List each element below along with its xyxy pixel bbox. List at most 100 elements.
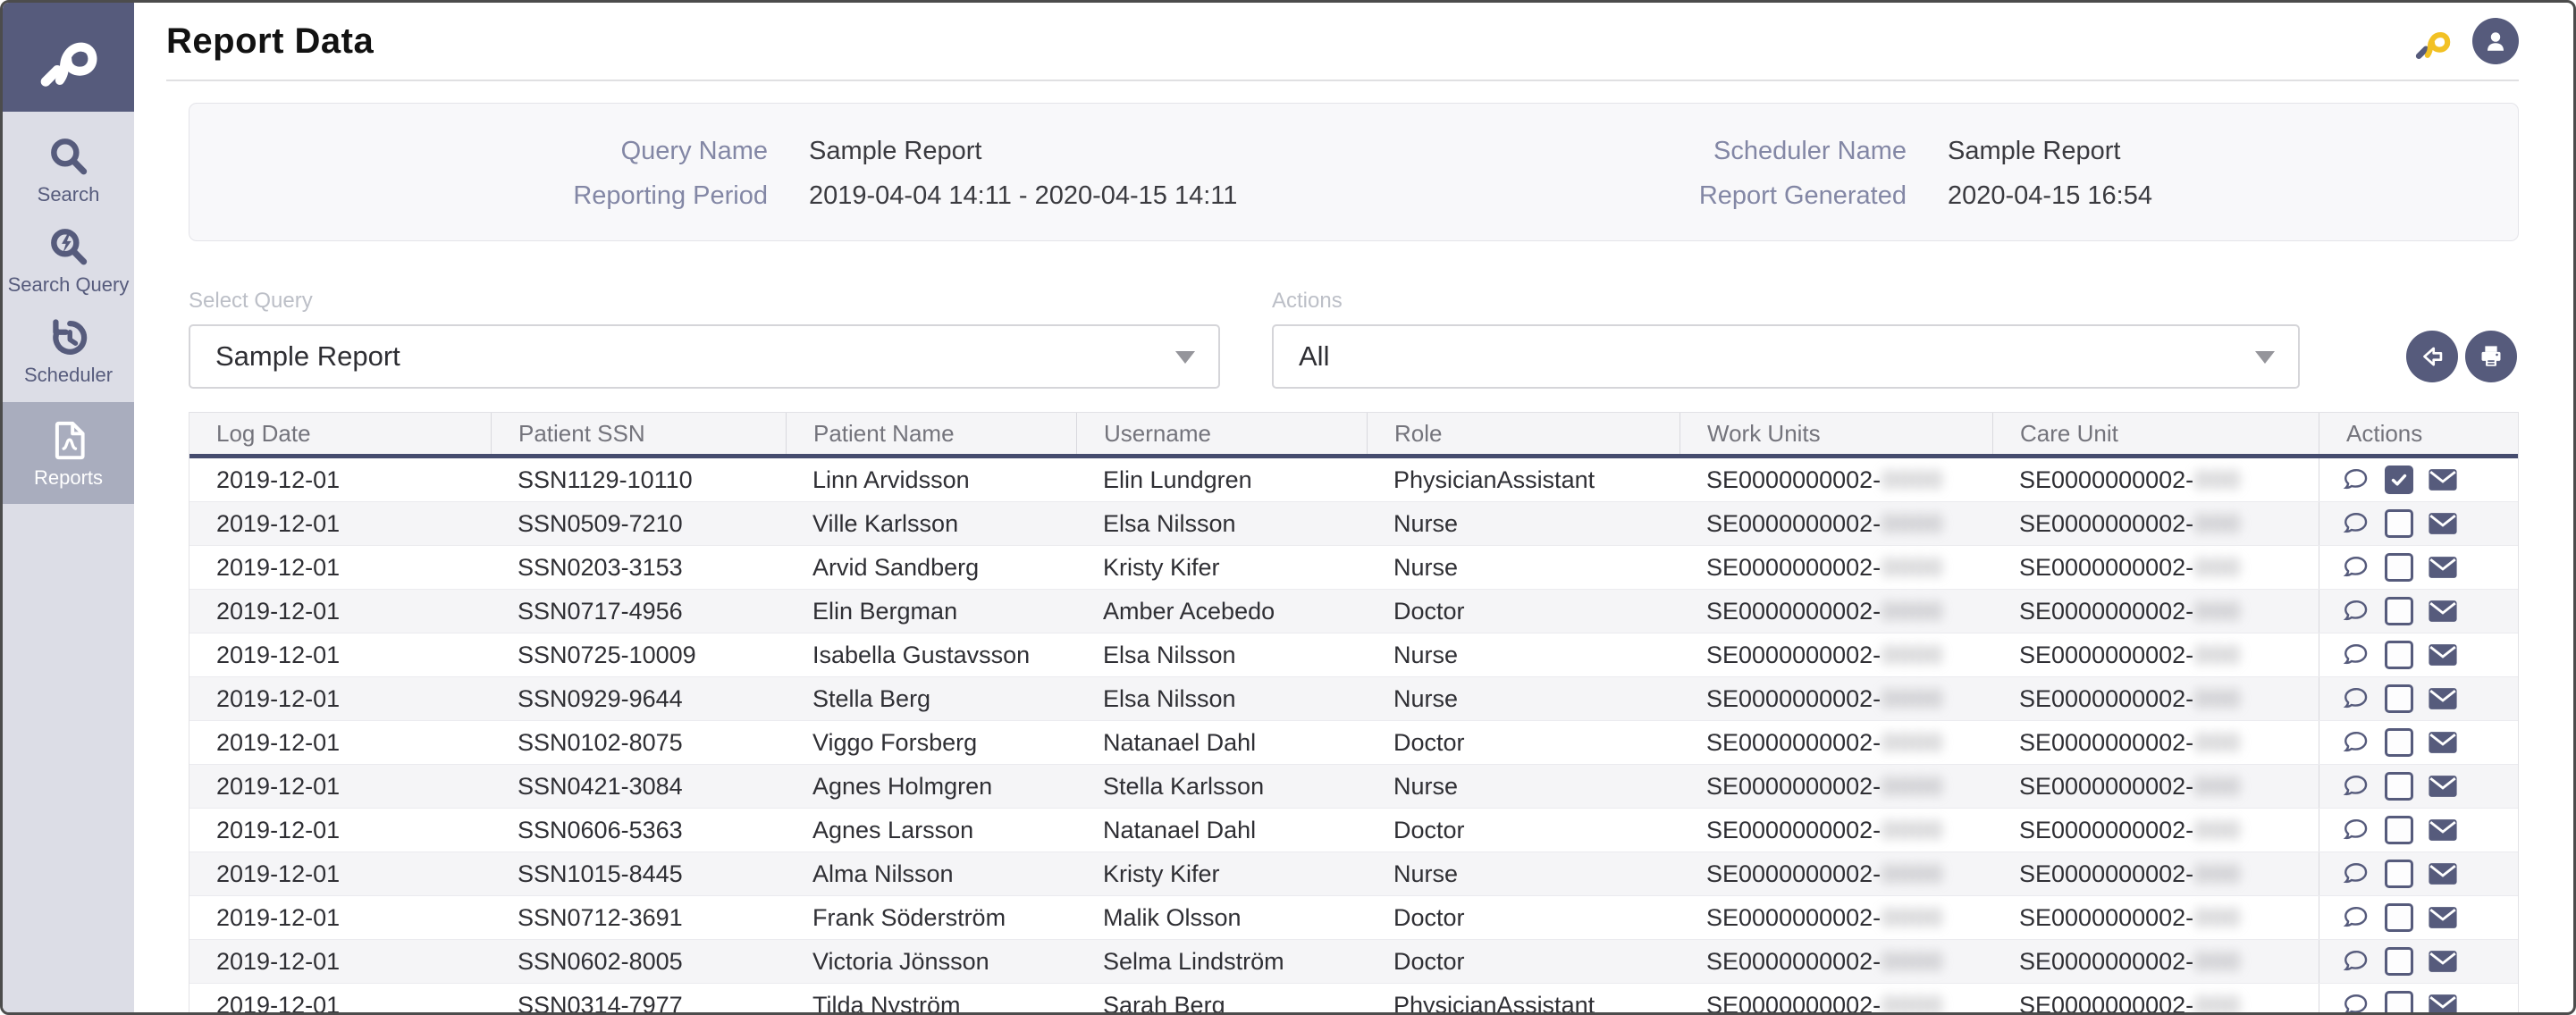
summary-right-group: Scheduler Name Sample Report Report Gene…: [1364, 137, 2152, 211]
mail-icon[interactable]: [2427, 553, 2459, 582]
cell-work-units: SE0000000002-0000: [1679, 633, 1992, 676]
work-units-prefix: SE0000000002-: [1706, 554, 1881, 582]
cell-username: Elsa Nilsson: [1076, 677, 1367, 720]
comment-icon[interactable]: [2341, 684, 2371, 714]
mail-icon[interactable]: [2427, 509, 2459, 538]
cell-care-unit: SE0000000002-000: [1992, 940, 2319, 983]
cell-patient-ssn: SSN0102-8075: [491, 721, 786, 764]
cell-patient-name: Agnes Larsson: [786, 809, 1076, 851]
comment-icon[interactable]: [2341, 727, 2371, 758]
app-window: Search Search Query Scheduler: [0, 0, 2576, 1015]
table-body: 2019-12-01SSN1129-10110Linn ArvidssonEli…: [189, 458, 2518, 1015]
comment-icon[interactable]: [2341, 990, 2371, 1015]
select-checkbox[interactable]: [2385, 860, 2413, 888]
sidebar-item-label: Search Query: [8, 275, 130, 295]
column-header-work-units: Work Units: [1679, 413, 1992, 454]
mail-icon[interactable]: [2427, 903, 2459, 932]
table-row: 2019-12-01SSN1129-10110Linn ArvidssonEli…: [189, 458, 2518, 501]
select-query-label: Select Query: [189, 290, 1220, 312]
print-button[interactable]: [2465, 331, 2517, 382]
cell-work-units: SE0000000002-0000: [1679, 984, 1992, 1015]
select-checkbox[interactable]: [2385, 991, 2413, 1015]
comment-icon[interactable]: [2341, 508, 2371, 539]
work-units-redacted: 0000: [1882, 642, 1943, 669]
mail-icon[interactable]: [2427, 466, 2459, 494]
work-units-redacted: 0000: [1882, 948, 1943, 976]
cell-care-unit: SE0000000002-000: [1992, 852, 2319, 895]
sidebar-item-scheduler[interactable]: Scheduler: [3, 305, 134, 395]
cell-role: Doctor: [1367, 896, 1679, 939]
cell-actions: [2319, 809, 2518, 851]
select-checkbox[interactable]: [2385, 553, 2413, 582]
select-checkbox[interactable]: [2385, 509, 2413, 538]
select-checkbox[interactable]: [2385, 641, 2413, 669]
mail-icon[interactable]: [2427, 641, 2459, 669]
select-checkbox[interactable]: [2385, 947, 2413, 976]
cell-role: Nurse: [1367, 633, 1679, 676]
care-unit-redacted: 000: [2195, 948, 2241, 976]
table-row: 2019-12-01SSN0602-8005Victoria JönssonSe…: [189, 939, 2518, 983]
app-logo[interactable]: [3, 3, 134, 112]
select-query-dropdown[interactable]: Sample Report: [189, 324, 1220, 389]
cell-patient-name: Ville Karlsson: [786, 502, 1076, 545]
comment-icon[interactable]: [2341, 815, 2371, 845]
work-units-prefix: SE0000000002-: [1706, 685, 1881, 713]
table-toolbar: [2406, 331, 2517, 382]
comment-icon[interactable]: [2341, 640, 2371, 670]
cell-patient-name: Stella Berg: [786, 677, 1076, 720]
select-checkbox[interactable]: [2385, 903, 2413, 932]
cell-work-units: SE0000000002-0000: [1679, 940, 1992, 983]
select-checkbox[interactable]: [2385, 466, 2413, 494]
sidebar-item-reports[interactable]: Reports: [3, 402, 134, 504]
cell-care-unit: SE0000000002-000: [1992, 502, 2319, 545]
care-unit-redacted: 000: [2195, 904, 2241, 932]
user-avatar-button[interactable]: [2472, 18, 2519, 64]
sidebar-item-label: Search: [38, 185, 100, 205]
search-query-icon: [46, 225, 91, 270]
cell-actions: [2319, 765, 2518, 808]
comment-icon[interactable]: [2341, 902, 2371, 933]
mail-icon[interactable]: [2427, 816, 2459, 844]
mail-icon[interactable]: [2427, 947, 2459, 976]
care-unit-prefix: SE0000000002-: [2019, 554, 2193, 582]
mail-icon[interactable]: [2427, 772, 2459, 801]
comment-icon[interactable]: [2341, 596, 2371, 626]
work-units-prefix: SE0000000002-: [1706, 642, 1881, 669]
topbar: Report Data: [189, 3, 2519, 80]
work-units-redacted: 0000: [1882, 685, 1943, 713]
cell-actions: [2319, 633, 2518, 676]
mail-icon[interactable]: [2427, 684, 2459, 713]
comment-icon[interactable]: [2341, 859, 2371, 889]
cell-log-date: 2019-12-01: [189, 677, 491, 720]
select-checkbox[interactable]: [2385, 684, 2413, 713]
sidebar-item-search-query[interactable]: Search Query: [3, 214, 134, 305]
mail-icon[interactable]: [2427, 597, 2459, 625]
comment-icon[interactable]: [2341, 552, 2371, 583]
select-checkbox[interactable]: [2385, 597, 2413, 625]
cell-role: Doctor: [1367, 809, 1679, 851]
select-checkbox[interactable]: [2385, 772, 2413, 801]
mail-icon[interactable]: [2427, 860, 2459, 888]
cell-username: Natanael Dahl: [1076, 721, 1367, 764]
cell-log-date: 2019-12-01: [189, 984, 491, 1015]
select-checkbox[interactable]: [2385, 816, 2413, 844]
cell-username: Elsa Nilsson: [1076, 502, 1367, 545]
actions-dropdown[interactable]: All: [1272, 324, 2300, 389]
comment-icon[interactable]: [2341, 465, 2371, 495]
export-back-button[interactable]: [2406, 331, 2458, 382]
column-header-role: Role: [1367, 413, 1679, 454]
work-units-redacted: 0000: [1882, 860, 1943, 888]
work-units-redacted: 0000: [1882, 729, 1943, 757]
mail-icon[interactable]: [2427, 728, 2459, 757]
user-icon: [2482, 28, 2509, 55]
work-units-redacted: 0000: [1882, 904, 1943, 932]
care-unit-redacted: 000: [2195, 598, 2241, 625]
work-units-redacted: 0000: [1882, 598, 1943, 625]
table-header-row: Log DatePatient SSNPatient NameUsernameR…: [189, 413, 2518, 454]
cell-log-date: 2019-12-01: [189, 458, 491, 501]
comment-icon[interactable]: [2341, 946, 2371, 977]
select-checkbox[interactable]: [2385, 728, 2413, 757]
sidebar-item-search[interactable]: Search: [3, 124, 134, 214]
mail-icon[interactable]: [2427, 991, 2459, 1015]
comment-icon[interactable]: [2341, 771, 2371, 801]
